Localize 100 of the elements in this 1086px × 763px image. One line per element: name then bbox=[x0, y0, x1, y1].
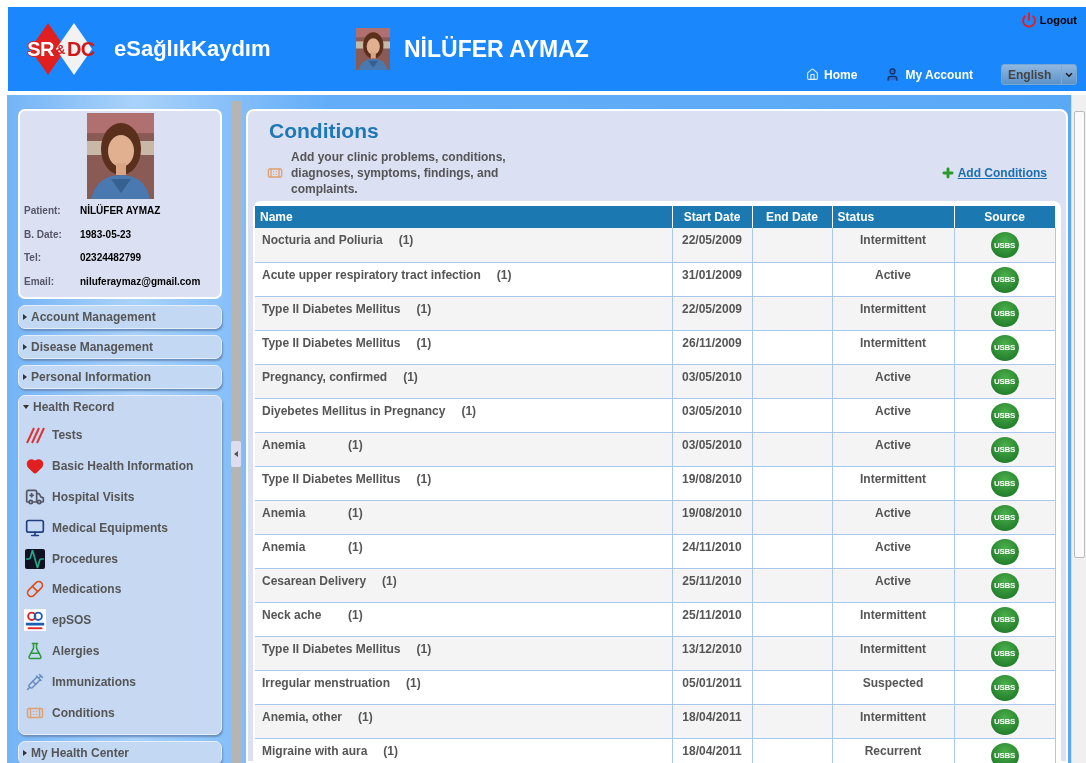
menu-item[interactable]: Basic Health Information bbox=[24, 450, 221, 482]
field-value: niluferaymaz@gmail.com bbox=[80, 275, 202, 287]
field-value: 02324482799 bbox=[80, 252, 143, 264]
source-badge: USBS bbox=[990, 402, 1019, 429]
menu-item[interactable]: Procedures bbox=[24, 543, 221, 574]
column-header: End Date bbox=[752, 206, 832, 228]
condition-name: Anemia, other bbox=[262, 709, 342, 724]
table-cell: Intermittent bbox=[832, 466, 954, 500]
table-cell: 25/11/2010 bbox=[672, 602, 752, 636]
table-cell: 03/05/2010 bbox=[672, 364, 752, 398]
source-badge: USBS bbox=[990, 470, 1019, 497]
expand-icon bbox=[23, 314, 27, 320]
record-count: (1) bbox=[461, 403, 477, 418]
nav-link[interactable]: My Account bbox=[885, 67, 973, 82]
table-cell: 25/11/2010 bbox=[672, 568, 752, 602]
field-label: Tel: bbox=[24, 252, 43, 264]
menu-item[interactable]: Medical Equipments bbox=[24, 512, 221, 544]
description: Add your clinic problems, conditions, diagnoses, symptoms, findings, and complaints. bbox=[291, 149, 507, 197]
source-badge: USBS bbox=[990, 232, 1019, 258]
nav-link[interactable]: Home bbox=[806, 67, 858, 82]
table-cell: Intermittent bbox=[832, 296, 954, 330]
table-cell: Active bbox=[832, 568, 954, 602]
table-cell: 13/12/2010 bbox=[672, 636, 752, 670]
syringe-icon bbox=[26, 672, 44, 691]
menu-item[interactable]: epSOS bbox=[24, 604, 221, 636]
table-cell: 26/11/2009 bbox=[672, 330, 752, 364]
table-cell: 22/05/2009 bbox=[672, 296, 752, 330]
field-value: 1983-05-23 bbox=[80, 228, 133, 240]
table-cell: Active bbox=[832, 500, 954, 534]
menu-item[interactable]: Immunizations bbox=[24, 666, 221, 698]
field-label: B. Date: bbox=[24, 228, 63, 240]
menu-section-header[interactable]: My Health Center bbox=[19, 741, 221, 763]
logo-icon bbox=[24, 608, 46, 633]
menu-item[interactable]: Hospital Visits bbox=[24, 481, 221, 513]
table-cell: 24/11/2010 bbox=[672, 534, 752, 568]
menu-section-header[interactable]: Disease Management bbox=[19, 336, 221, 358]
source-badge: USBS bbox=[990, 504, 1019, 531]
table-cell: 31/01/2009 bbox=[672, 262, 752, 296]
record-count: (1) bbox=[348, 505, 363, 520]
power-icon bbox=[1020, 12, 1037, 28]
record-count: (1) bbox=[348, 607, 363, 622]
source-badge: USBS bbox=[990, 436, 1019, 463]
table-cell: Intermittent bbox=[832, 636, 954, 670]
field-label: Patient: bbox=[24, 205, 62, 217]
table-cell: 05/01/2011 bbox=[672, 670, 752, 704]
table-cell: 18/04/2011 bbox=[672, 704, 752, 738]
table-cell: Intermittent bbox=[832, 602, 954, 636]
condition-name: Acute upper respiratory tract infection bbox=[262, 267, 481, 282]
app-name: eSağlıkKaydım bbox=[114, 36, 271, 62]
menu-item[interactable]: Conditions bbox=[24, 697, 221, 728]
bandage-icon bbox=[267, 165, 283, 181]
user-icon bbox=[885, 67, 901, 82]
home-icon bbox=[806, 68, 820, 81]
source-badge: USBS bbox=[990, 538, 1019, 565]
record-count: (1) bbox=[416, 641, 432, 656]
source-badge: USBS bbox=[990, 674, 1019, 701]
add-link[interactable]: Add Conditions bbox=[940, 166, 1047, 180]
menu-item[interactable]: Medications bbox=[24, 574, 221, 605]
ambulance-icon bbox=[25, 487, 45, 507]
language-select[interactable]: English bbox=[1001, 64, 1077, 85]
monitor-icon bbox=[25, 517, 45, 538]
table-cell: 22/05/2009 bbox=[672, 228, 752, 262]
source-badge: USBS bbox=[990, 368, 1019, 395]
record-count: (1) bbox=[496, 267, 512, 282]
pill-icon bbox=[26, 580, 44, 599]
table-cell: Active bbox=[832, 262, 954, 296]
table-cell: Active bbox=[832, 398, 954, 432]
condition-name: Type II Diabetes Mellitus bbox=[262, 641, 401, 656]
condition-name: Migraine with aura bbox=[262, 743, 368, 758]
condition-name: Type II Diabetes Mellitus bbox=[262, 471, 401, 486]
user-name: NİLÜFER AYMAZ bbox=[404, 35, 589, 63]
column-header: Status bbox=[832, 206, 954, 228]
record-count: (1) bbox=[358, 709, 373, 724]
table-cell: Intermittent bbox=[832, 228, 954, 262]
column-header: Source bbox=[954, 206, 1055, 228]
menu-item[interactable]: Alergies bbox=[24, 635, 221, 667]
condition-name: Neck ache bbox=[262, 607, 323, 622]
source-badge: USBS bbox=[990, 640, 1019, 667]
table-cell: Intermittent bbox=[832, 704, 954, 738]
table-cell: Active bbox=[832, 534, 954, 568]
record-count: (1) bbox=[416, 471, 432, 486]
menu-section-header[interactable]: Health Record bbox=[19, 396, 221, 418]
collapse-handle[interactable] bbox=[231, 441, 241, 467]
logout-link[interactable]: Logout bbox=[1020, 12, 1077, 28]
striped-bars-icon bbox=[25, 426, 45, 445]
condition-name: Pregnancy, confirmed bbox=[262, 369, 388, 384]
condition-name: Diyebetes Mellitus in Pregnancy bbox=[262, 403, 446, 418]
menu-item[interactable]: Tests bbox=[24, 420, 221, 451]
record-count: (1) bbox=[382, 573, 397, 588]
record-count: (1) bbox=[383, 743, 399, 758]
plus-icon bbox=[940, 166, 955, 180]
condition-name: Anemia bbox=[262, 539, 307, 554]
source-badge: USBS bbox=[990, 266, 1019, 293]
page-title: Conditions bbox=[269, 119, 380, 143]
heartbeat-icon bbox=[25, 548, 45, 569]
table-cell: 19/08/2010 bbox=[672, 466, 752, 500]
menu-section-header[interactable]: Account Management bbox=[19, 306, 221, 328]
source-badge: USBS bbox=[990, 334, 1019, 361]
menu-section-header[interactable]: Personal Information bbox=[19, 366, 221, 388]
collapse-icon bbox=[23, 405, 29, 409]
